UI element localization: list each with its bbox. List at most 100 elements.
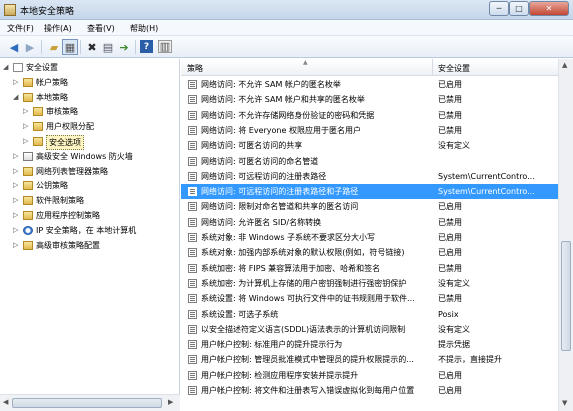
list-vertical-scrollbar[interactable]: ▲ ▼: [558, 59, 573, 411]
expand-icon[interactable]: ▷: [13, 224, 21, 237]
show-tree-icon[interactable]: ▦: [62, 39, 78, 55]
menu-help[interactable]: 帮助(H): [130, 23, 158, 34]
security-setting-cell: 没有定义: [438, 141, 470, 151]
column-divider[interactable]: [432, 59, 433, 76]
table-row[interactable]: 系统加密: 为计算机上存储的用户密钥强制进行强密钥保护 没有定义: [181, 276, 558, 291]
tree-item-label: 审核策略: [46, 107, 78, 117]
menu-file[interactable]: 文件(F): [7, 23, 34, 34]
expand-icon[interactable]: ▷: [13, 209, 21, 222]
security-policy-icon: [4, 4, 16, 16]
table-row[interactable]: 用户帐户控制: 检测应用程序安装并提示提升 已启用: [181, 368, 558, 383]
expand-icon[interactable]: ▷: [13, 194, 21, 207]
up-folder-icon[interactable]: ▰: [46, 39, 62, 55]
security-icon: [23, 151, 33, 161]
expand-icon[interactable]: ▷: [23, 105, 31, 118]
table-row[interactable]: 系统设置: 将 Windows 可执行文件中的证书规则用于软件... 已禁用: [181, 291, 558, 306]
minimize-button[interactable]: ─: [489, 1, 509, 16]
action-pane-icon[interactable]: ▥: [158, 40, 172, 53]
scroll-right-icon[interactable]: ▶: [168, 398, 173, 406]
delete-icon[interactable]: ✖: [84, 39, 100, 55]
scroll-left-icon[interactable]: ◀: [3, 398, 8, 406]
table-row[interactable]: 网络访问: 不允许 SAM 帐户和共享的匿名枚举 已禁用: [181, 92, 558, 107]
forward-icon[interactable]: ▶: [22, 39, 38, 55]
table-row[interactable]: 网络访问: 可匿名访问的共享 没有定义: [181, 138, 558, 153]
policy-icon: [188, 386, 197, 395]
scroll-down-icon[interactable]: ▼: [562, 399, 567, 407]
security-setting-cell: 已禁用: [438, 95, 462, 105]
policy-icon: [188, 125, 197, 135]
security-setting-cell: 已启用: [438, 386, 462, 395]
policy-name-cell: 系统加密: 将 FIPS 兼容算法用于加密、哈希和签名: [201, 263, 381, 273]
policy-name-cell: 网络访问: 可匿名访问的命名管道: [201, 156, 319, 166]
security-setting-cell: 没有定义: [438, 278, 470, 288]
help-icon[interactable]: ?: [140, 40, 153, 53]
close-button[interactable]: ✕: [529, 1, 569, 16]
back-icon[interactable]: ◀: [6, 39, 22, 55]
column-header-policy[interactable]: 策略: [187, 63, 203, 74]
ip-icon: [23, 225, 33, 235]
tree-pane: ◢ 安全设置 ▷ 帐户策略 ◢ 本地策略 ▷ 审核策略 ▷ 用户权限分配 ▷ 安全选项 ▷ 高级安全 Wi…: [0, 59, 180, 411]
table-row[interactable]: 系统加密: 将 FIPS 兼容算法用于加密、哈希和签名 已禁用: [181, 261, 558, 276]
table-row[interactable]: 用户帐户控制: 标准用户的提升提示行为 提示凭据: [181, 337, 558, 352]
expand-icon[interactable]: ▷: [23, 120, 31, 133]
collapse-icon[interactable]: ◢: [3, 61, 11, 74]
toolbar-separator: [135, 40, 136, 54]
policy-name-cell: 网络访问: 不允许 SAM 帐户和共享的匿名枚举: [201, 95, 365, 105]
tree-item-label: 应用程序控制策略: [36, 211, 100, 220]
table-row[interactable]: 网络访问: 限制对命名管道和共享的匿名访问 已启用: [181, 199, 558, 214]
table-row[interactable]: 系统对象: 加强内部系统对象的默认权限(例如，符号链接) 已启用: [181, 245, 558, 260]
expand-icon[interactable]: ▷: [13, 165, 21, 178]
table-row[interactable]: 网络访问: 将 Everyone 权限应用于匿名用户 已禁用: [181, 123, 558, 138]
policy-name-cell: 用户帐户控制: 标准用户的提升提示行为: [201, 340, 343, 350]
export-list-icon[interactable]: ➔: [116, 39, 132, 55]
table-row[interactable]: 以安全描述符定义语言(SDDL)语法表示的计算机访问限制 没有定义: [181, 322, 558, 337]
security-setting-cell: 已禁用: [438, 217, 462, 227]
table-row[interactable]: 网络访问: 可远程访问的注册表路径 System\CurrentContro...: [181, 169, 558, 184]
properties-icon[interactable]: ▤: [100, 39, 116, 55]
table-row[interactable]: 系统设置: 可选子系统 Posix: [181, 307, 558, 322]
security-setting-cell: 已禁用: [438, 110, 462, 120]
table-row[interactable]: 网络访问: 允许匿名 SID/名称转换 已禁用: [181, 215, 558, 230]
tree-horizontal-scrollbar[interactable]: ◀ ▶: [0, 394, 180, 411]
table-row[interactable]: 用户帐户控制: 管理员批准模式中管理员的提升权限提示的... 不提示，直接提升: [181, 352, 558, 367]
scroll-up-icon[interactable]: ▲: [562, 61, 567, 69]
scroll-thumb[interactable]: [561, 241, 571, 351]
expand-icon[interactable]: ▷: [13, 150, 21, 163]
expand-icon[interactable]: ▷: [13, 179, 21, 192]
table-row[interactable]: 网络访问: 可匿名访问的命名管道: [181, 154, 558, 169]
policy-icon: [188, 278, 197, 288]
policy-icon: [188, 141, 197, 151]
policy-icon: [188, 171, 197, 181]
window-title: 本地安全策略: [20, 7, 75, 17]
table-row[interactable]: 网络访问: 不允许存储网络身份验证的密码和凭据 已禁用: [181, 108, 558, 123]
policy-name-cell: 用户帐户控制: 将文件和注册表写入错误虚拟化到每用户位置: [201, 386, 415, 395]
column-header-setting[interactable]: 安全设置: [438, 63, 470, 74]
security-setting-cell: 没有定义: [438, 324, 470, 334]
policy-icon: [188, 370, 197, 380]
table-row[interactable]: 系统对象: 非 Windows 子系统不要求区分大小写 已启用: [181, 230, 558, 245]
folder-icon: [23, 77, 33, 87]
security-setting-cell: 已禁用: [438, 263, 462, 273]
expand-icon[interactable]: ▷: [23, 135, 31, 148]
maximize-button[interactable]: □: [509, 1, 529, 16]
menu-action[interactable]: 操作(A): [44, 23, 72, 34]
security-setting-cell: 已禁用: [438, 294, 462, 304]
expand-icon[interactable]: ▷: [13, 239, 21, 252]
menu-view[interactable]: 查看(V): [87, 23, 115, 34]
security-setting-cell: 提示凭据: [438, 340, 470, 350]
table-row[interactable]: 网络访问: 可远程访问的注册表路径和子路径 System\CurrentContr…: [181, 184, 558, 200]
folder-icon: [23, 196, 33, 206]
policy-name-cell: 系统设置: 可选子系统: [201, 309, 279, 319]
security-setting-cell: 已启用: [438, 202, 462, 212]
table-row[interactable]: 用户帐户控制: 将文件和注册表写入错误虚拟化到每用户位置 已启用: [181, 383, 558, 398]
table-row[interactable]: 网络访问: 不允许 SAM 帐户的匿名枚举 已启用: [181, 77, 558, 92]
policy-icon: [188, 355, 197, 365]
toolbar-separator: [80, 40, 81, 54]
tree-item-label: 用户权限分配: [46, 122, 94, 132]
scroll-thumb[interactable]: [12, 398, 162, 408]
collapse-icon[interactable]: ◢: [13, 91, 21, 104]
policy-icon: [188, 187, 197, 197]
expand-icon[interactable]: ▷: [13, 76, 21, 89]
policy-name-cell: 网络访问: 不允许 SAM 帐户的匿名枚举: [201, 80, 341, 89]
policy-icon: [188, 263, 197, 273]
